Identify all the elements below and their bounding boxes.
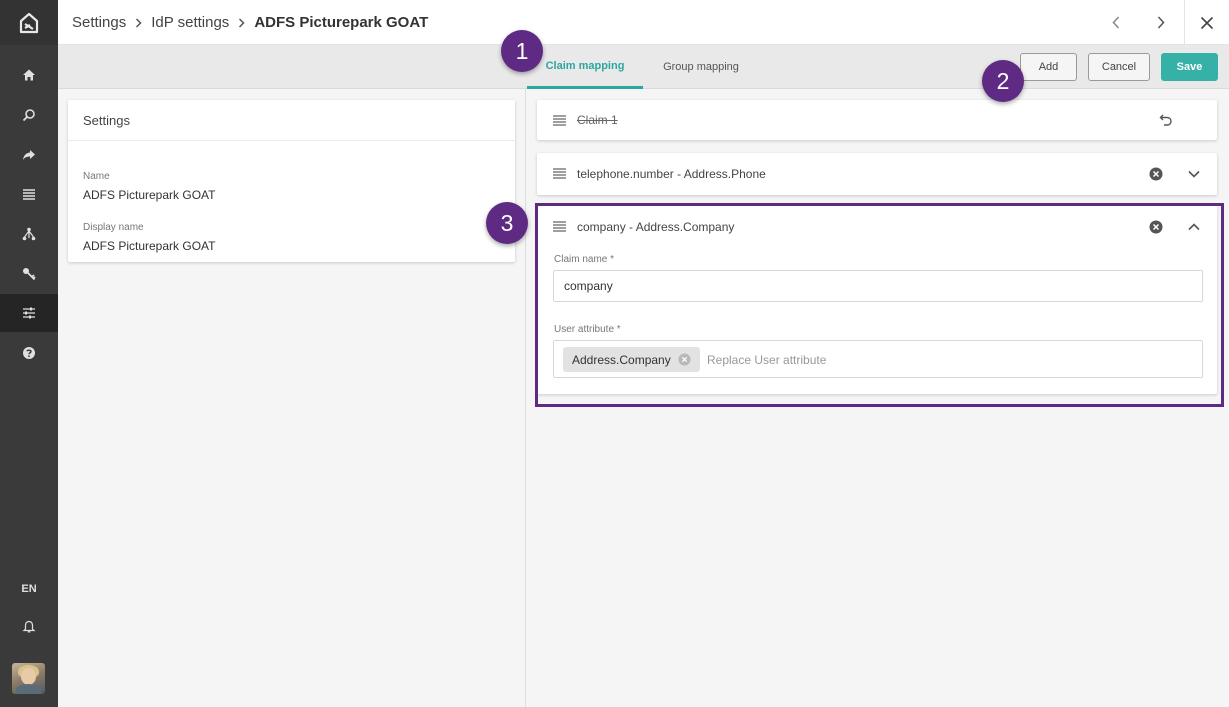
claim-title: Claim 1	[577, 113, 618, 127]
tab-claim-mapping[interactable]: Claim mapping	[527, 45, 643, 89]
rail-item-hierarchy[interactable]	[0, 215, 58, 253]
expand-button[interactable]	[1186, 166, 1202, 182]
app-logo[interactable]	[0, 0, 58, 45]
display-name-value: ADFS Picturepark GOAT	[83, 239, 216, 253]
step-badge-2: 2	[982, 60, 1024, 102]
settings-pane: Settings Name ADFS Picturepark GOAT Disp…	[58, 89, 526, 707]
callout-highlight	[535, 203, 1224, 407]
hierarchy-icon	[22, 227, 36, 241]
rail-item-settings[interactable]	[0, 294, 58, 332]
settings-sliders-icon	[23, 307, 35, 319]
undo-icon	[1159, 114, 1172, 126]
name-value: ADFS Picturepark GOAT	[83, 188, 216, 202]
page-title: ADFS Picturepark GOAT	[254, 14, 429, 31]
claim-title: telephone.number - Address.Phone	[577, 167, 766, 181]
breadcrumb-item-settings[interactable]: Settings	[72, 14, 126, 31]
previous-button[interactable]	[1094, 0, 1138, 45]
close-button[interactable]	[1185, 0, 1229, 45]
chevron-right-icon	[238, 15, 245, 31]
rail-item-share[interactable]	[0, 136, 58, 174]
rail-item-notifications[interactable]	[0, 608, 58, 646]
home-icon	[23, 69, 35, 81]
chevron-down-icon	[1188, 170, 1200, 178]
close-icon	[1200, 16, 1214, 29]
undo-button[interactable]	[1158, 112, 1174, 128]
bell-icon	[22, 620, 36, 633]
avatar[interactable]	[12, 663, 45, 694]
list-icon	[23, 189, 35, 200]
help-icon	[23, 347, 35, 359]
cancel-button[interactable]: Cancel	[1088, 53, 1150, 81]
tab-group-mapping[interactable]: Group mapping	[645, 45, 757, 89]
next-button[interactable]	[1139, 0, 1183, 45]
drag-handle-icon[interactable]	[553, 115, 566, 126]
claim-header[interactable]: Claim 1	[537, 100, 1217, 142]
logo-icon	[19, 12, 39, 33]
settings-card: Settings Name ADFS Picturepark GOAT Disp…	[68, 100, 515, 262]
chevron-right-icon	[135, 15, 142, 31]
settings-card-title: Settings	[68, 100, 515, 141]
rail-item-home[interactable]	[0, 56, 58, 94]
claim-header[interactable]: telephone.number - Address.Phone	[537, 153, 1217, 195]
rail-item-search[interactable]	[0, 96, 58, 134]
rail-item-list[interactable]	[0, 175, 58, 213]
remove-claim-button[interactable]	[1148, 166, 1164, 182]
breadcrumb-item-idp-settings[interactable]: IdP settings	[151, 14, 229, 31]
search-icon	[22, 109, 35, 122]
key-icon	[23, 268, 36, 281]
claim-card: telephone.number - Address.Phone	[537, 153, 1217, 195]
name-label: Name	[83, 171, 110, 182]
top-bar: Settings IdP settings ADFS Picturepark G…	[58, 0, 1229, 45]
save-button[interactable]: Save	[1161, 53, 1218, 81]
display-name-label: Display name	[83, 222, 144, 233]
drag-handle-icon[interactable]	[553, 168, 566, 179]
language-switch[interactable]: EN	[0, 578, 58, 600]
chevron-right-icon	[1157, 16, 1165, 29]
step-badge-1: 1	[501, 30, 543, 72]
nav-rail: EN	[0, 0, 58, 707]
claim-mapping-pane: Claim 1 telephone.number - Address.Phone…	[527, 89, 1229, 707]
add-button[interactable]: Add	[1020, 53, 1077, 81]
tab-bar: Claim mapping Group mapping Add Cancel S…	[58, 45, 1229, 89]
breadcrumb: Settings IdP settings ADFS Picturepark G…	[72, 0, 428, 45]
remove-circle-icon	[1149, 167, 1163, 181]
claim-card: Claim 1	[537, 100, 1217, 140]
rail-item-key[interactable]	[0, 255, 58, 293]
step-badge-3: 3	[486, 202, 528, 244]
chevron-left-icon	[1112, 16, 1120, 29]
rail-item-help[interactable]	[0, 334, 58, 372]
share-icon	[23, 150, 35, 160]
